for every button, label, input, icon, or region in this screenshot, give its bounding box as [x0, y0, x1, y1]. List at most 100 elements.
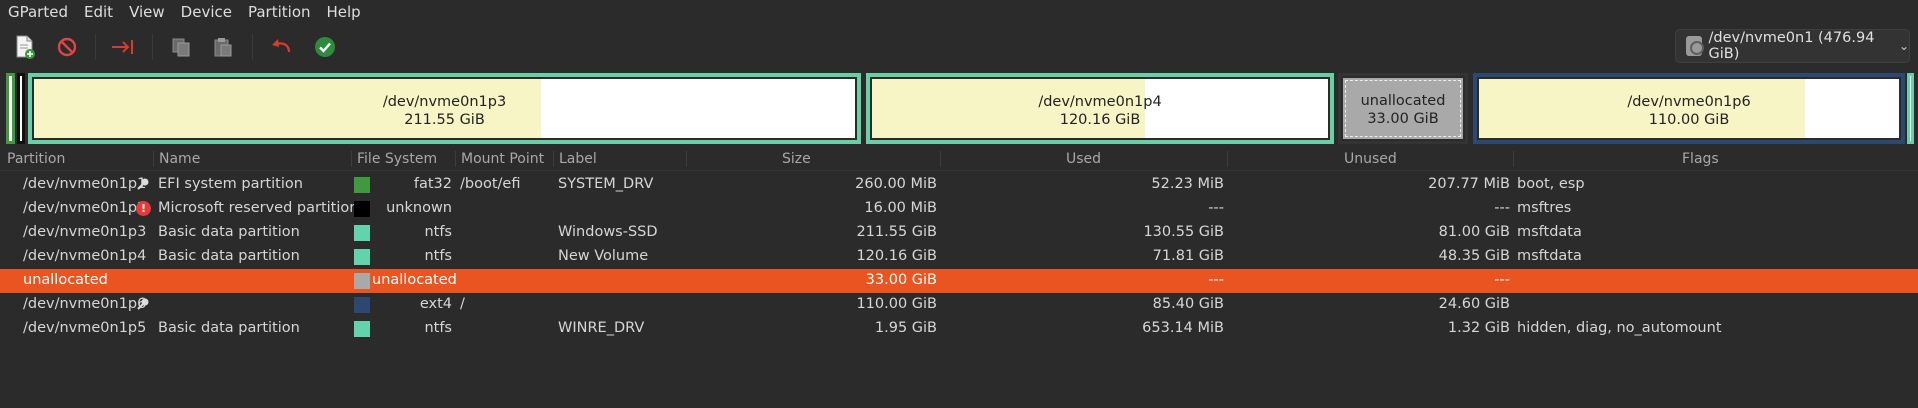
cell-partition: /dev/nvme0n1p4 — [23, 248, 147, 264]
header-label[interactable]: Label — [559, 151, 597, 167]
toolbar-separator — [152, 34, 153, 60]
segment-size: 110.00 GiB — [1648, 112, 1730, 128]
column-separator — [553, 151, 554, 167]
resize-move-button[interactable] — [108, 32, 138, 62]
delete-button[interactable] — [52, 32, 82, 62]
table-row[interactable]: /dev/nvme0n1p4 Basic data partition ntfs… — [0, 245, 1918, 269]
key-icon — [137, 298, 149, 310]
paste-button[interactable] — [208, 32, 238, 62]
cell-unused: 48.35 GiB — [1438, 248, 1510, 264]
cell-filesystem: unallocated — [372, 272, 457, 288]
column-separator — [686, 151, 687, 167]
cell-mount-point: /boot/efi — [460, 176, 521, 192]
cell-label: SYSTEM_DRV — [558, 176, 654, 192]
toolbar-separator — [95, 34, 96, 60]
column-separator — [153, 151, 154, 167]
cell-unused: --- — [1494, 272, 1510, 288]
cell-used: 71.81 GiB — [1152, 248, 1224, 264]
table-row[interactable]: /dev/nvme0n1p5 Basic data partition ntfs… — [0, 317, 1918, 341]
header-unused[interactable]: Unused — [1344, 151, 1397, 167]
cell-filesystem: ext4 — [419, 296, 452, 312]
disk-icon — [1686, 36, 1705, 56]
cell-flags: msftres — [1517, 200, 1572, 216]
header-name[interactable]: Name — [159, 151, 200, 167]
cell-unused: 81.00 GiB — [1438, 224, 1510, 240]
cell-size: 211.55 GiB — [856, 224, 937, 240]
warning-icon: ! — [136, 201, 151, 216]
graph-segment-nvme0n1p1[interactable] — [6, 73, 15, 144]
cell-size: 120.16 GiB — [856, 248, 937, 264]
cell-size: 260.00 MiB — [855, 176, 937, 192]
table-row[interactable]: /dev/nvme0n1p6 ext4 / 110.00 GiB 85.40 G… — [0, 293, 1918, 317]
cell-used: --- — [1208, 200, 1224, 216]
graph-segment-unallocated[interactable]: unallocated 33.00 GiB — [1338, 73, 1468, 144]
cell-used: --- — [1208, 272, 1224, 288]
menu-view[interactable]: View — [121, 0, 173, 24]
cell-partition: /dev/nvme0n1p1 — [23, 176, 147, 192]
cell-unused: --- — [1494, 200, 1510, 216]
cell-used: 52.23 MiB — [1151, 176, 1224, 192]
cell-partition: unallocated — [23, 272, 108, 288]
key-icon — [137, 178, 149, 190]
menu-partition[interactable]: Partition — [240, 0, 319, 24]
cell-unused: 1.32 GiB — [1447, 320, 1510, 336]
menu-device[interactable]: Device — [173, 0, 240, 24]
table-row-selected[interactable]: unallocated unallocated 33.00 GiB --- --… — [0, 269, 1918, 293]
header-partition[interactable]: Partition — [7, 151, 65, 167]
cell-filesystem: unknown — [386, 200, 452, 216]
header-used[interactable]: Used — [1066, 151, 1101, 167]
cell-used: 85.40 GiB — [1152, 296, 1224, 312]
cell-name: EFI system partition — [158, 176, 303, 192]
filesystem-color-swatch — [354, 201, 370, 217]
cell-partition: /dev/nvme0n1p3 — [23, 224, 147, 240]
cell-flags: boot, esp — [1517, 176, 1585, 192]
new-partition-icon — [16, 35, 35, 59]
menubar: GParted Edit View Device Partition Help — [0, 0, 1918, 24]
cell-size: 110.00 GiB — [856, 296, 937, 312]
copy-button[interactable] — [166, 32, 196, 62]
menu-help[interactable]: Help — [319, 0, 369, 24]
undo-button[interactable] — [266, 32, 296, 62]
graph-segment-nvme0n1p5[interactable] — [1907, 73, 1914, 144]
table-row[interactable]: /dev/nvme0n1p3 Basic data partition ntfs… — [0, 221, 1918, 245]
segment-name: /dev/nvme0n1p4 — [1038, 94, 1162, 110]
graph-segment-nvme0n1p2[interactable] — [17, 73, 25, 144]
filesystem-color-swatch — [354, 249, 370, 265]
filesystem-color-swatch — [354, 177, 370, 193]
toolbar: /dev/nvme0n1 (476.94 GiB) ⌄ — [0, 24, 1918, 68]
cell-name: Microsoft reserved partition — [158, 200, 359, 216]
header-size[interactable]: Size — [782, 151, 811, 167]
graph-segment-nvme0n1p3[interactable]: /dev/nvme0n1p3 211.55 GiB — [28, 73, 861, 144]
cell-name: Basic data partition — [158, 224, 300, 240]
header-flags[interactable]: Flags — [1682, 151, 1719, 167]
graph-segment-nvme0n1p6[interactable]: /dev/nvme0n1p6 110.00 GiB — [1473, 73, 1905, 144]
cell-partition: /dev/nvme0n1p2 — [23, 200, 147, 216]
filesystem-color-swatch — [354, 321, 370, 337]
header-filesystem[interactable]: File System — [357, 151, 437, 167]
apply-icon — [315, 37, 335, 57]
segment-name: unallocated — [1360, 93, 1446, 109]
segment-size: 120.16 GiB — [1059, 112, 1141, 128]
column-separator — [1227, 151, 1228, 167]
graph-segment-nvme0n1p4[interactable]: /dev/nvme0n1p4 120.16 GiB — [866, 73, 1334, 144]
cell-filesystem: ntfs — [424, 248, 452, 264]
device-selector[interactable]: /dev/nvme0n1 (476.94 GiB) ⌄ — [1675, 29, 1910, 63]
column-separator — [351, 151, 352, 167]
cell-flags: hidden, diag, no_automount — [1517, 320, 1722, 336]
menu-edit[interactable]: Edit — [76, 0, 121, 24]
cell-size: 1.95 GiB — [874, 320, 937, 336]
menu-gparted[interactable]: GParted — [0, 0, 76, 24]
device-selector-label: /dev/nvme0n1 (476.94 GiB) — [1708, 30, 1875, 62]
filesystem-color-swatch — [354, 297, 370, 313]
table-row[interactable]: /dev/nvme0n1p2 ! Microsoft reserved part… — [0, 197, 1918, 221]
header-mount-point[interactable]: Mount Point — [461, 151, 544, 167]
apply-button[interactable] — [310, 32, 340, 62]
copy-icon — [172, 38, 190, 57]
new-partition-button[interactable] — [10, 32, 40, 62]
cell-partition: /dev/nvme0n1p6 — [23, 296, 147, 312]
cell-size: 16.00 MiB — [864, 200, 937, 216]
segment-size: 211.55 GiB — [404, 112, 485, 128]
filesystem-color-swatch — [354, 273, 370, 289]
resize-move-icon — [112, 40, 133, 54]
table-row[interactable]: /dev/nvme0n1p1 EFI system partition fat3… — [0, 173, 1918, 197]
